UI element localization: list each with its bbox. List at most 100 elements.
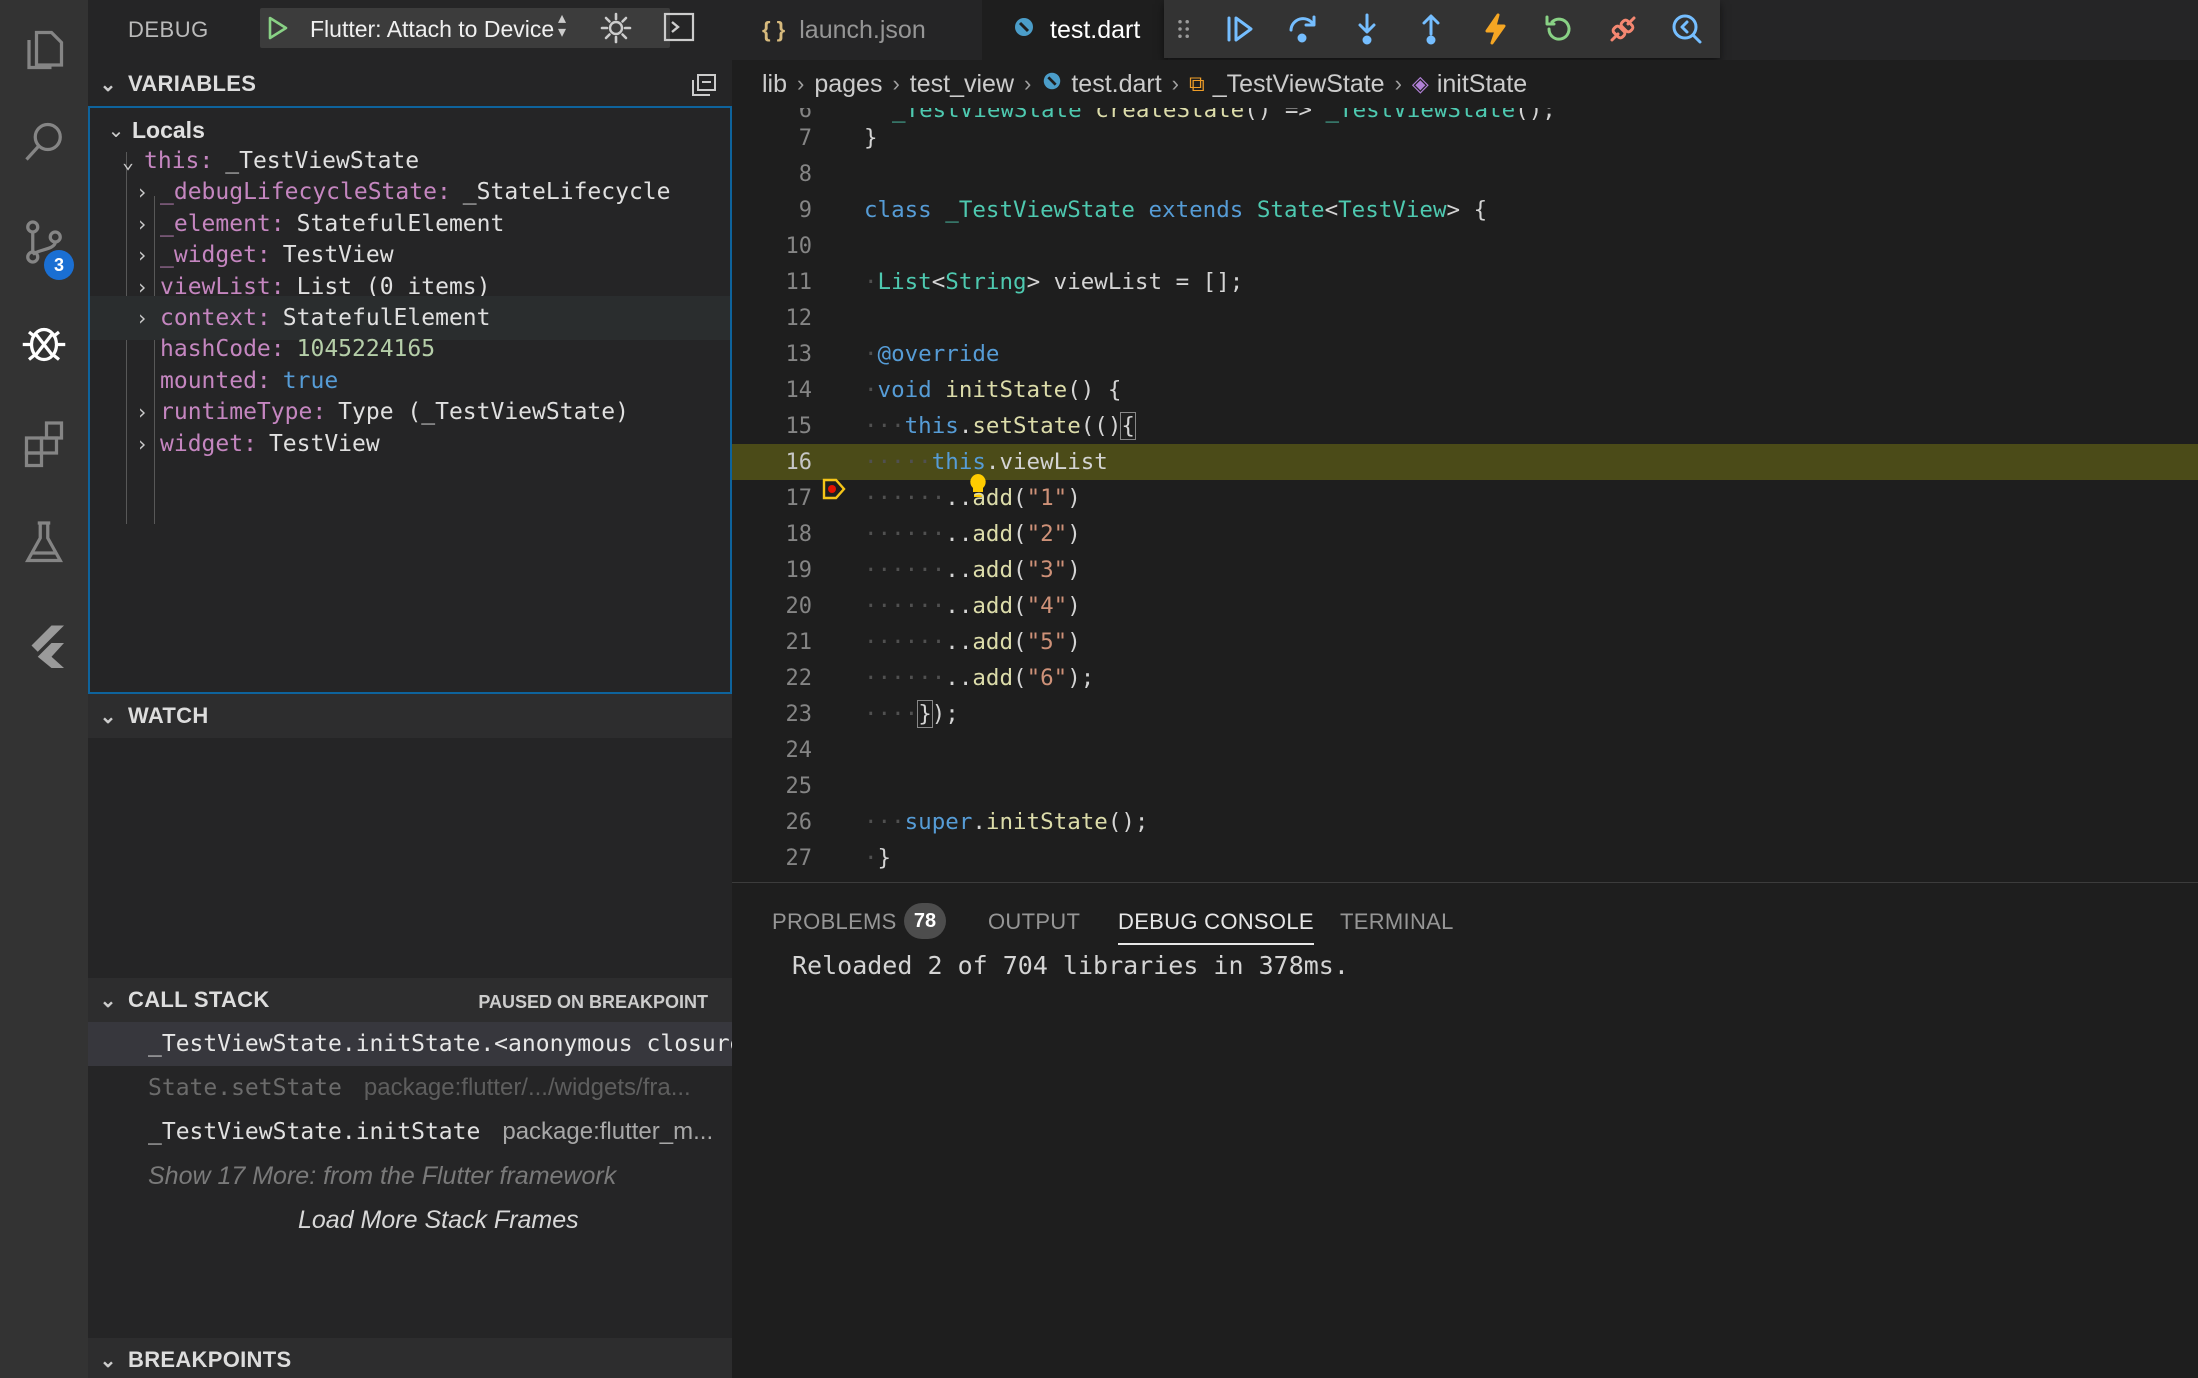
debug-console-output: Reloaded 2 of 704 libraries in 378ms. [792, 951, 1349, 980]
tab-launch-json[interactable]: { } launch.json [732, 0, 980, 60]
code-line: 12 [732, 300, 2198, 336]
watch-title: WATCH [128, 703, 209, 728]
continue-icon[interactable] [1218, 8, 1260, 50]
chevron-right-icon: › [1171, 71, 1179, 96]
tab-output[interactable]: OUTPUT [988, 909, 1080, 935]
stack-frame[interactable]: _TestViewState.initState.<anonymous clos… [88, 1022, 732, 1066]
debug-title: DEBUG [128, 17, 209, 42]
watch-section-header[interactable]: ⌄ WATCH [88, 694, 732, 738]
code-line: 7 } [732, 120, 2198, 156]
line-number: 15 [785, 413, 813, 439]
problems-count-badge: 78 [904, 903, 946, 939]
class-icon: ⧉ [1189, 71, 1205, 96]
chevron-right-icon: › [1024, 71, 1032, 96]
breadcrumb-item[interactable]: initState [1437, 70, 1527, 99]
chevron-right-icon: › [135, 180, 149, 204]
debug-toolbar: DEBUG Flutter: Attach to Device ▴ ▾ [88, 0, 732, 58]
code-line: 22 ······..add("6"); [732, 660, 2198, 696]
restart-icon[interactable] [1538, 8, 1580, 50]
start-debugging-button[interactable] [260, 8, 296, 48]
tab-debug-console[interactable]: DEBUG CONSOLE [1118, 909, 1314, 945]
collapse-all-icon[interactable] [690, 72, 718, 98]
disconnect-icon[interactable] [1602, 8, 1644, 50]
variable-value: TestView [268, 431, 380, 457]
line-number: 26 [785, 809, 813, 835]
code-editor[interactable]: 6 _TestViewState createState() => _TestV… [732, 108, 2198, 882]
code-line: 9 class _TestViewState extends State<Tes… [732, 192, 2198, 228]
stack-frame[interactable]: State.setState package:flutter/.../widge… [88, 1066, 732, 1110]
dart-icon [1012, 15, 1036, 45]
breadcrumb: lib › pages › test_view › test.dart › ⧉ … [732, 60, 2198, 108]
code-line: 24 [732, 732, 2198, 768]
code-line-current: 16 ·····this.viewList [732, 444, 2198, 500]
breadcrumb-item[interactable]: _TestViewState [1213, 70, 1385, 99]
step-out-icon[interactable] [1410, 8, 1452, 50]
breadcrumb-item[interactable]: test_view [910, 70, 1014, 99]
line-number: 23 [785, 701, 813, 727]
code-line: 14 ·void initState() { [732, 372, 2198, 408]
dart-icon [1041, 70, 1063, 98]
load-more-frames-link[interactable]: Load More Stack Frames [298, 1206, 579, 1235]
debug-sidebar: DEBUG Flutter: Attach to Device ▴ ▾ ⌄ VAR… [88, 0, 732, 1378]
debug-console-icon[interactable] [662, 10, 702, 50]
line-number: 11 [785, 269, 813, 295]
drag-handle-icon[interactable] [1170, 8, 1198, 50]
code-line: 8 [732, 156, 2198, 192]
activity-bar: 3 [0, 0, 88, 1378]
variables-title: VARIABLES [128, 71, 257, 96]
chevron-down-icon: ⌄ [99, 1349, 117, 1372]
select-arrows-icon: ▴ ▾ [558, 10, 567, 41]
launch-config-label: Flutter: Attach to Device [310, 16, 555, 42]
code-line: 23 ····}); [732, 696, 2198, 732]
chevron-down-icon: ⌄ [99, 73, 117, 96]
step-over-icon[interactable] [1282, 8, 1324, 50]
line-number: 18 [785, 521, 813, 547]
line-number: 8 [798, 161, 812, 187]
code-line: 21 ······..add("5") [732, 624, 2198, 660]
tab-problems[interactable]: PROBLEMS [772, 909, 897, 935]
line-number: 10 [785, 233, 813, 259]
variable-widget[interactable]: › widget: TestView [90, 422, 730, 466]
code-line: 18 ······..add("2") [732, 516, 2198, 552]
variables-section-header[interactable]: ⌄ VARIABLES [88, 62, 732, 106]
chevron-right-icon: › [797, 71, 805, 96]
debug-floating-toolbar [1164, 0, 1720, 58]
explorer-icon[interactable] [0, 0, 88, 100]
step-into-icon[interactable] [1346, 8, 1388, 50]
frame-source: package:flutter_m... [502, 1118, 714, 1145]
tab-test-dart[interactable]: test.dart [982, 0, 1168, 60]
chevron-right-icon: › [135, 400, 149, 424]
run-debug-icon[interactable] [0, 194, 88, 294]
debug-bug-icon[interactable] [0, 292, 88, 392]
inspect-widget-icon[interactable] [1666, 8, 1708, 50]
variable-name: widget: [160, 431, 257, 457]
json-icon: { } [762, 17, 786, 42]
call-stack-section-header[interactable]: ⌄ CALL STACK PAUSED ON BREAKPOINT [88, 978, 732, 1022]
gear-icon[interactable] [598, 10, 638, 50]
search-icon[interactable] [0, 92, 88, 192]
line-number: 20 [785, 593, 813, 619]
line-number: 27 [785, 845, 813, 871]
variables-tree: ⌄ Locals ⌄ this: _TestViewState › _debug… [88, 106, 732, 694]
tab-terminal[interactable]: TERMINAL [1340, 909, 1454, 935]
line-number: 9 [798, 197, 812, 223]
chevron-right-icon: › [1394, 71, 1402, 96]
line-number: 17 [785, 485, 813, 511]
tab-label: test.dart [1050, 15, 1141, 44]
code-line: 17 ······..add("1") [732, 480, 2198, 516]
breadcrumb-item[interactable]: test.dart [1071, 70, 1161, 99]
hot-reload-icon[interactable] [1474, 8, 1516, 50]
chevron-right-icon: › [135, 243, 149, 267]
breakpoints-section-header[interactable]: ⌄ BREAKPOINTS [88, 1338, 732, 1378]
chevron-down-icon: ⌄ [99, 989, 117, 1012]
breadcrumb-item[interactable]: lib [762, 70, 787, 99]
frame-source: package:flutter/.../widgets/fra... [363, 1074, 691, 1101]
flutter-icon[interactable] [0, 593, 88, 693]
breadcrumb-item[interactable]: pages [814, 70, 882, 99]
testing-icon[interactable] [0, 493, 88, 593]
stack-frame[interactable]: _TestViewState.initState package:flutter… [88, 1110, 732, 1154]
breakpoints-title: BREAKPOINTS [128, 1347, 292, 1372]
show-more-frames-link[interactable]: Show 17 More: from the Flutter framework [148, 1162, 616, 1191]
extensions-icon[interactable] [0, 393, 88, 493]
line-number: 24 [785, 737, 813, 763]
